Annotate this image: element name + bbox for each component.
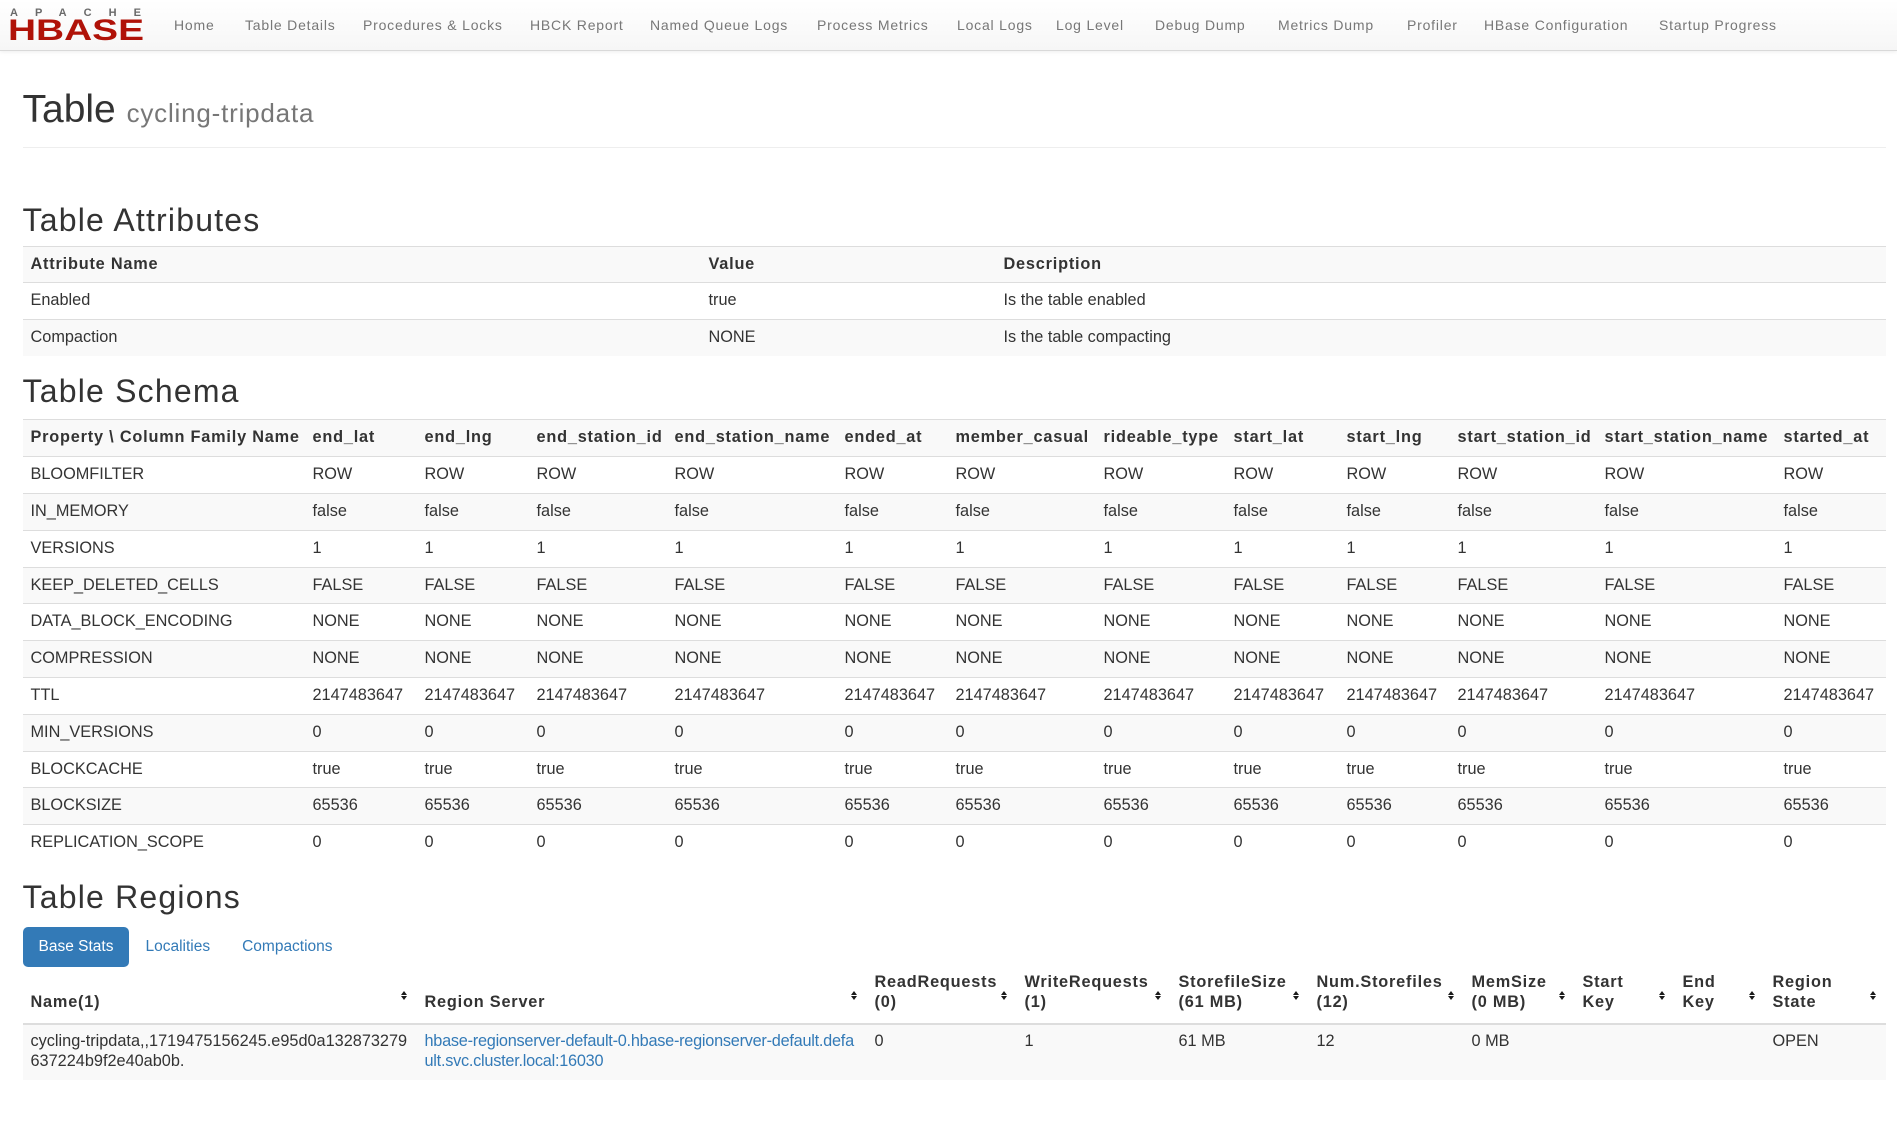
svg-text:HBASE: HBASE <box>8 14 144 46</box>
